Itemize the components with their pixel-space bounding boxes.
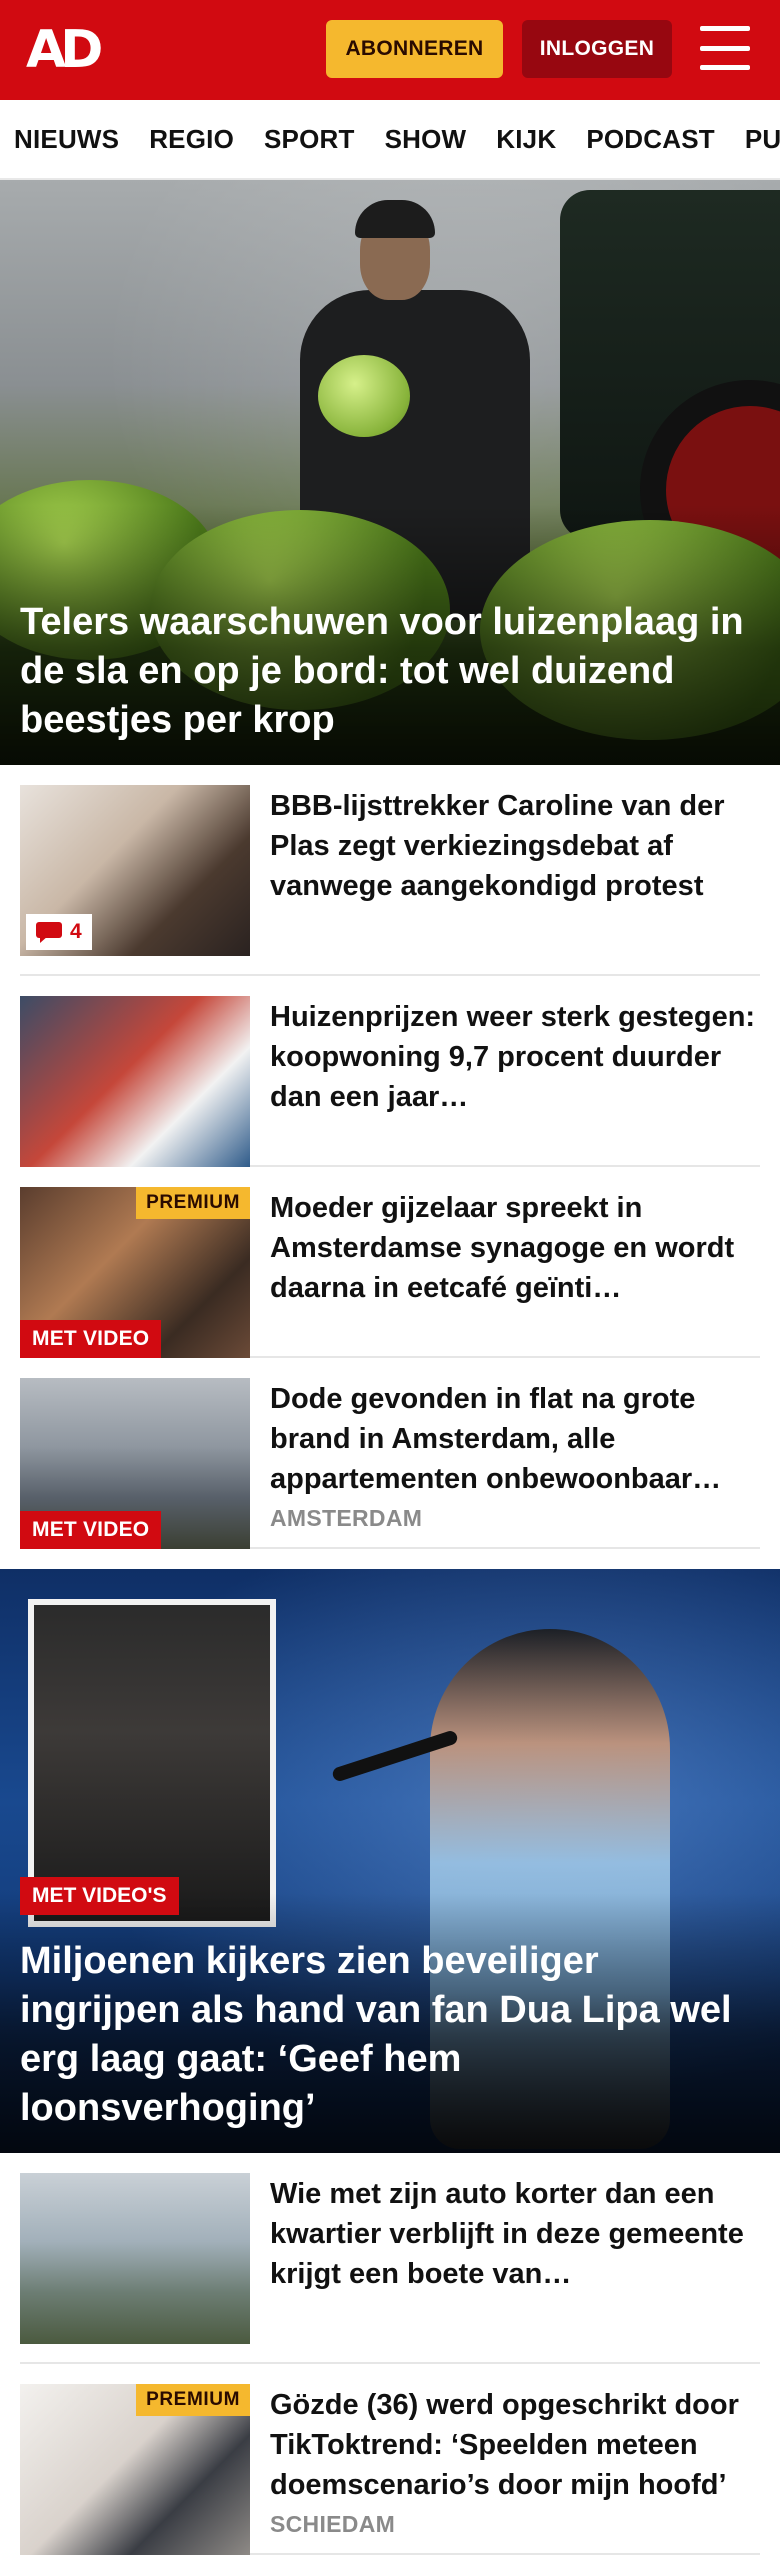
nav-item-kijk[interactable]: KIJK bbox=[496, 124, 556, 155]
article-thumbnail: PREMIUM MET VIDEO bbox=[20, 1187, 250, 1358]
premium-badge: PREMIUM bbox=[136, 1187, 250, 1219]
article-title[interactable]: Moeder gijzelaar spreekt in Amsterdamse … bbox=[270, 1188, 760, 1308]
list-item[interactable]: PREMIUM MET VIDEO Moeder gijzelaar spree… bbox=[20, 1167, 760, 1358]
video-badge: MET VIDEO bbox=[20, 1320, 162, 1358]
article-title[interactable]: Wie met zijn auto korter dan een kwartie… bbox=[270, 2174, 760, 2294]
article-thumbnail bbox=[20, 996, 250, 1167]
list-item[interactable]: Wie met zijn auto korter dan een kwartie… bbox=[20, 2173, 760, 2364]
menu-icon[interactable] bbox=[700, 26, 750, 70]
article-thumbnail: 4 bbox=[20, 785, 250, 956]
nav-item-regio[interactable]: REGIO bbox=[149, 124, 234, 155]
hero-article-lettuce[interactable]: Telers waarschuwen voor luizenplaag in d… bbox=[0, 180, 780, 765]
article-text: Moeder gijzelaar spreekt in Amsterdamse … bbox=[270, 1187, 760, 1308]
article-thumbnail: PREMIUM bbox=[20, 2384, 250, 2555]
comment-count: 4 bbox=[70, 920, 82, 943]
farmer-cap-image bbox=[355, 200, 435, 238]
article-text: Gözde (36) werd opgeschrikt door TikTokt… bbox=[270, 2384, 760, 2538]
video-badge: MET VIDEO bbox=[20, 1511, 162, 1549]
article-title[interactable]: BBB-lijsttrekker Caroline van der Plas z… bbox=[270, 786, 760, 906]
list-item[interactable]: PREMIUM Gözde (36) werd opgeschrikt door… bbox=[20, 2364, 760, 2555]
nav-item-sport[interactable]: SPORT bbox=[264, 124, 355, 155]
main-nav: NIEUWS REGIO SPORT SHOW KIJK PODCAST PUZ… bbox=[0, 100, 780, 180]
nav-item-podcast[interactable]: PODCAST bbox=[586, 124, 715, 155]
video-badge: MET VIDEO'S bbox=[20, 1877, 179, 1915]
article-title[interactable]: Huizenprijzen weer sterk gestegen: koopw… bbox=[270, 997, 760, 1117]
lettuce-image bbox=[318, 355, 410, 437]
comment-icon bbox=[36, 922, 62, 943]
hero-article-dua-lipa[interactable]: MET VIDEO'S Miljoenen kijkers zien bevei… bbox=[0, 1569, 780, 2153]
article-text: Huizenprijzen weer sterk gestegen: koopw… bbox=[270, 996, 760, 1117]
nav-item-puzzels[interactable]: PUZZ bbox=[745, 124, 780, 155]
nav-item-nieuws[interactable]: NIEUWS bbox=[14, 124, 119, 155]
article-text: BBB-lijsttrekker Caroline van der Plas z… bbox=[270, 785, 760, 906]
premium-badge: PREMIUM bbox=[136, 2384, 250, 2416]
hero-title[interactable]: Telers waarschuwen voor luizenplaag in d… bbox=[20, 598, 756, 745]
article-text: Wie met zijn auto korter dan een kwartie… bbox=[270, 2173, 760, 2294]
article-text: Dode gevonden in flat na grote brand in … bbox=[270, 1378, 760, 1532]
nav-item-show[interactable]: SHOW bbox=[385, 124, 467, 155]
article-thumbnail bbox=[20, 2173, 250, 2344]
hero-title[interactable]: Miljoenen kijkers zien beveiliger ingrij… bbox=[20, 1937, 756, 2133]
site-header: AD ABONNEREN INLOGGEN bbox=[0, 0, 780, 100]
login-button[interactable]: INLOGGEN bbox=[522, 20, 672, 78]
article-title[interactable]: Gözde (36) werd opgeschrikt door TikTokt… bbox=[270, 2385, 760, 2505]
region-label[interactable]: AMSTERDAM bbox=[270, 1505, 760, 1532]
list-item[interactable]: Huizenprijzen weer sterk gestegen: koopw… bbox=[20, 976, 760, 1167]
article-title[interactable]: Dode gevonden in flat na grote brand in … bbox=[270, 1379, 760, 1499]
subscribe-button[interactable]: ABONNEREN bbox=[326, 20, 503, 78]
ad-logo[interactable]: AD bbox=[26, 24, 103, 76]
list-item[interactable]: 4 BBB-lijsttrekker Caroline van der Plas… bbox=[20, 785, 760, 976]
article-thumbnail: MET VIDEO bbox=[20, 1378, 250, 1549]
region-label[interactable]: SCHIEDAM bbox=[270, 2511, 760, 2538]
list-item[interactable]: MET VIDEO Dode gevonden in flat na grote… bbox=[20, 1358, 760, 1549]
comment-count-badge: 4 bbox=[26, 914, 92, 950]
